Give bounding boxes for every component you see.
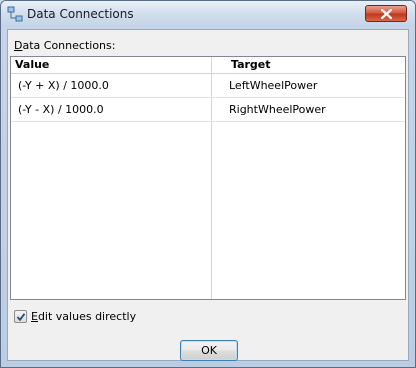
table-row[interactable]: (-Y - X) / 1000.0 RightWheelPower	[11, 98, 405, 122]
column-header-target[interactable]: Target	[231, 58, 271, 71]
row-target-cell[interactable]: LeftWheelPower	[229, 79, 317, 92]
row-value-cell[interactable]: (-Y + X) / 1000.0	[18, 79, 109, 92]
data-connections-label: Data Connections:	[14, 39, 116, 52]
edit-values-directly-checkbox[interactable]	[14, 310, 27, 323]
close-icon	[381, 9, 392, 19]
ok-button[interactable]: OK	[180, 340, 238, 361]
row-target-cell[interactable]: RightWheelPower	[229, 103, 326, 116]
grid-header: Value Target	[11, 57, 405, 74]
title-bar[interactable]: Data Connections	[1, 1, 415, 27]
close-button[interactable]	[365, 5, 407, 22]
column-header-value[interactable]: Value	[15, 58, 49, 71]
data-connections-icon	[7, 6, 23, 22]
checkmark-icon	[16, 313, 26, 322]
row-value-cell[interactable]: (-Y - X) / 1000.0	[18, 103, 104, 116]
edit-values-directly-label[interactable]: Edit values directly	[31, 310, 136, 323]
dialog-client-area: Data Connections: Value Target (-Y + X) …	[7, 29, 409, 361]
window-title: Data Connections	[27, 7, 134, 21]
dialog-window: Data Connections Data Connections: Value…	[0, 0, 416, 368]
data-connections-grid[interactable]: Value Target (-Y + X) / 1000.0 LeftWheel…	[10, 56, 406, 300]
table-row[interactable]: (-Y + X) / 1000.0 LeftWheelPower	[11, 74, 405, 98]
